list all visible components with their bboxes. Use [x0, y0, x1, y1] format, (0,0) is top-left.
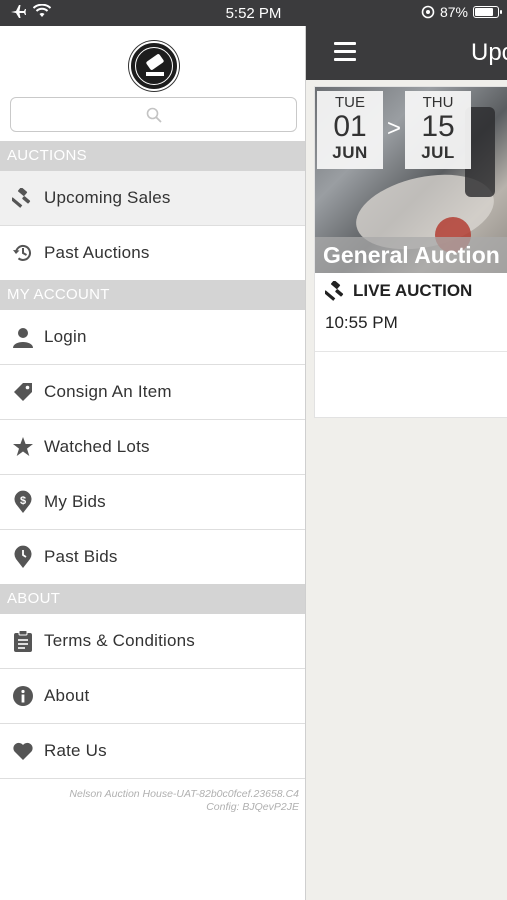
page-title: Upc	[471, 39, 507, 66]
auction-time: 10:55 PM	[325, 313, 398, 332]
menu-toggle-button[interactable]	[334, 42, 356, 62]
section-my-account: MY ACCOUNT	[0, 280, 305, 310]
star-icon	[11, 435, 35, 459]
person-icon	[11, 325, 35, 349]
menu-item-consign[interactable]: Consign An Item	[0, 365, 305, 420]
gavel-icon	[325, 281, 344, 301]
side-drawer: AUCTIONS Upcoming Sales Past Auctions MY…	[0, 26, 306, 900]
menu-item-label: Rate Us	[44, 741, 107, 760]
auction-card[interactable]: TUE 01 JUN > THU 15 JUL General Auction …	[314, 86, 507, 418]
start-month: JUN	[332, 143, 368, 162]
dollar-pin-icon: $	[11, 490, 35, 514]
tag-icon	[11, 380, 35, 404]
menu-item-label: My Bids	[44, 492, 106, 511]
battery-percent: 87%	[439, 4, 468, 20]
logo-base	[146, 72, 164, 76]
nelson-auction-house-logo	[129, 41, 179, 91]
status-right: 87%	[421, 4, 502, 20]
end-day: 15	[421, 110, 455, 143]
section-about: ABOUT	[0, 584, 305, 614]
section-auctions: AUCTIONS	[0, 141, 305, 171]
main-panel: Upc TUE 01 JUN > THU 15 JUL General Auct…	[306, 26, 507, 900]
menu-item-terms[interactable]: Terms & Conditions	[0, 614, 305, 669]
end-month: JUL	[421, 143, 455, 162]
menu-item-login[interactable]: Login	[0, 310, 305, 365]
menu-item-watched-lots[interactable]: Watched Lots	[0, 420, 305, 475]
hamburger-line	[334, 58, 356, 61]
menu-item-upcoming-sales[interactable]: Upcoming Sales	[0, 171, 305, 226]
card-divider	[315, 351, 507, 352]
menu-item-label: Past Bids	[44, 547, 118, 566]
date-arrow: >	[386, 115, 401, 142]
auction-type: LIVE AUCTION	[325, 281, 472, 301]
gavel-icon	[11, 186, 35, 210]
menu-item-label: Login	[44, 327, 87, 346]
menu-item-label: About	[44, 686, 90, 705]
end-dow: THU	[422, 94, 454, 111]
menu-item-label: Upcoming Sales	[44, 188, 171, 207]
menu-item-label: Consign An Item	[44, 382, 172, 401]
search-field[interactable]	[10, 97, 297, 132]
menu-item-label: Watched Lots	[44, 437, 150, 456]
info-icon	[11, 684, 35, 708]
version-config: Config: BJQevP2JE	[206, 801, 299, 813]
location-icon	[421, 5, 435, 19]
status-bar: 5:52 PM 87%	[0, 0, 507, 26]
history-icon	[11, 241, 35, 265]
clipboard-icon	[11, 629, 35, 653]
start-dow: TUE	[335, 94, 365, 111]
auction-type-label: LIVE AUCTION	[353, 281, 473, 300]
search-input[interactable]	[11, 98, 296, 131]
menu-item-past-bids[interactable]: Past Bids	[0, 530, 305, 585]
heart-icon	[11, 739, 35, 763]
svg-text:$: $	[20, 495, 26, 507]
menu-item-my-bids[interactable]: $ My Bids	[0, 475, 305, 530]
battery-fill	[475, 8, 493, 16]
menu-item-label: Terms & Conditions	[44, 631, 195, 650]
start-date: TUE 01 JUN	[317, 91, 383, 169]
hamburger-line	[334, 42, 356, 45]
auction-title: General Auction	[315, 237, 507, 273]
menu-item-rate-us[interactable]: Rate Us	[0, 724, 305, 779]
main-header: Upc	[306, 26, 507, 80]
auction-image: TUE 01 JUN > THU 15 JUL General Auction	[315, 87, 507, 273]
version-build: Nelson Auction House-UAT-82b0c0fcef.2365…	[69, 788, 299, 800]
version-info: Nelson Auction House-UAT-82b0c0fcef.2365…	[0, 788, 299, 814]
clock-pin-icon	[11, 545, 35, 569]
menu-item-past-auctions[interactable]: Past Auctions	[0, 226, 305, 281]
battery-icon	[473, 6, 502, 18]
menu-item-label: Past Auctions	[44, 243, 150, 262]
start-day: 01	[333, 110, 367, 143]
menu-item-about[interactable]: About	[0, 669, 305, 724]
end-date: THU 15 JUL	[405, 91, 471, 169]
hamburger-line	[334, 50, 356, 53]
